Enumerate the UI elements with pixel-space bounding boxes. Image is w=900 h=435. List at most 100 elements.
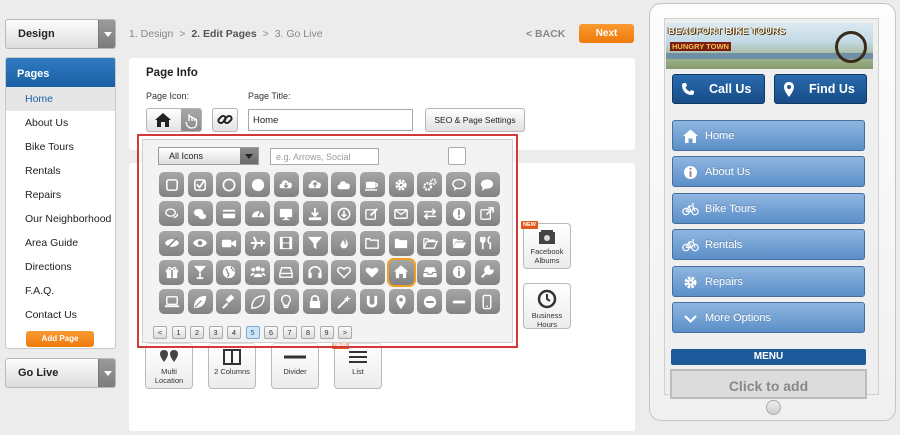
coffee-icon[interactable] — [359, 172, 385, 197]
pager-page-4[interactable]: 4 — [227, 326, 241, 339]
icon-filter-checkbox[interactable] — [448, 147, 466, 165]
page-item-contact-us[interactable]: Contact Us — [6, 303, 115, 327]
laptop-icon[interactable] — [159, 289, 184, 315]
leaf-icon[interactable] — [187, 289, 213, 315]
fire-icon[interactable] — [331, 230, 357, 256]
page-title-input[interactable] — [248, 109, 413, 131]
info-icon[interactable] — [446, 259, 471, 285]
hand-pointer-icon[interactable] — [181, 109, 201, 131]
eye-icon[interactable] — [187, 230, 213, 256]
film-icon[interactable] — [273, 230, 299, 256]
circle-icon[interactable] — [245, 172, 271, 197]
group-icon[interactable] — [245, 259, 271, 285]
step-go-live[interactable]: 3. Go Live — [275, 28, 323, 40]
call-us-button[interactable]: Call Us — [672, 74, 765, 104]
page-item-faq[interactable]: F.A.Q. — [6, 279, 115, 303]
square-icon[interactable] — [159, 172, 184, 197]
video-camera-icon[interactable] — [216, 230, 242, 256]
restaurant-icon[interactable] — [474, 230, 500, 256]
page-icon-selector[interactable] — [146, 108, 202, 132]
map-marker-icon[interactable] — [388, 289, 414, 315]
pager-page-3[interactable]: 3 — [208, 326, 223, 339]
external-link-icon[interactable] — [474, 201, 500, 227]
filter-icon[interactable] — [302, 230, 328, 256]
chat-outline-icon[interactable] — [159, 201, 184, 227]
page-item-rentals[interactable]: Rentals — [6, 159, 115, 183]
gavel-icon[interactable] — [216, 289, 242, 315]
page-item-directions[interactable]: Directions — [6, 255, 115, 279]
minus-circle-icon[interactable] — [417, 289, 443, 315]
go-live-dropdown[interactable]: Go Live — [5, 358, 116, 388]
download-icon[interactable] — [302, 201, 328, 227]
folder-icon[interactable] — [388, 230, 414, 256]
minus-icon[interactable] — [446, 289, 471, 315]
page-item-bike-tours[interactable]: Bike Tours — [6, 135, 115, 159]
chat-icon[interactable] — [187, 201, 213, 227]
envelope-icon[interactable] — [388, 201, 414, 227]
page-item-area-guide[interactable]: Area Guide — [6, 231, 115, 255]
edit-icon[interactable] — [359, 201, 385, 227]
folder-outline-icon[interactable] — [359, 230, 385, 256]
widget-list[interactable]: NEW List — [332, 341, 382, 389]
speech-bubble-icon[interactable] — [474, 172, 500, 197]
pager-page-5[interactable]: 5 — [245, 326, 260, 339]
lightbulb-icon[interactable] — [273, 289, 299, 315]
widget-divider[interactable]: Divider — [271, 343, 319, 389]
cloud-icon[interactable] — [331, 172, 357, 197]
pager-page-7[interactable]: 7 — [282, 326, 297, 339]
globe-icon[interactable] — [216, 259, 242, 285]
gear-icon[interactable] — [388, 172, 414, 197]
circle-outline-icon[interactable] — [216, 172, 242, 197]
next-button[interactable]: Next — [579, 24, 634, 43]
exchange-icon[interactable] — [417, 201, 443, 227]
link-button[interactable] — [212, 108, 238, 132]
heart-icon[interactable] — [359, 259, 385, 285]
cocktail-icon[interactable] — [187, 259, 213, 285]
magnet-icon[interactable] — [359, 289, 385, 315]
heart-outline-icon[interactable] — [331, 259, 357, 285]
pager-page-1[interactable]: 1 — [171, 326, 186, 339]
pager-page-2[interactable]: 2 — [190, 326, 204, 339]
click-to-add-placeholder[interactable]: Click to add — [670, 369, 867, 399]
back-button[interactable]: < BACK — [526, 28, 565, 40]
icon-category-select[interactable]: All Icons — [158, 147, 259, 165]
folder-open-icon[interactable] — [446, 230, 471, 256]
phone-nav-more-options[interactable]: More Options — [672, 302, 865, 333]
icon-search-input[interactable] — [270, 148, 379, 165]
page-item-about-us[interactable]: About Us — [6, 111, 115, 135]
widget-2-columns[interactable]: 2 Columns — [208, 343, 256, 389]
design-dropdown[interactable]: Design — [5, 19, 116, 49]
gift-icon[interactable] — [159, 259, 184, 285]
pager-page-9[interactable]: 9 — [319, 326, 334, 339]
phone-nav-rentals[interactable]: Rentals — [672, 229, 865, 261]
gears-icon[interactable] — [417, 172, 443, 197]
phone-nav-bike-tours[interactable]: Bike Tours — [672, 192, 865, 224]
headphones-icon[interactable] — [302, 259, 328, 285]
cloud-download-icon[interactable] — [273, 172, 299, 197]
folder-open-outline-icon[interactable] — [417, 230, 443, 256]
phone-nav-home[interactable]: Home — [672, 120, 865, 151]
seo-settings-button[interactable]: SEO & Page Settings — [425, 108, 525, 132]
find-us-button[interactable]: Find Us — [774, 74, 867, 104]
credit-card-icon[interactable] — [216, 201, 242, 227]
pager-prev-button[interactable]: < — [153, 326, 167, 339]
eye-slash-icon[interactable] — [159, 230, 184, 256]
home-icon[interactable] — [388, 259, 414, 285]
magic-wand-icon[interactable] — [331, 289, 357, 315]
phone-nav-repairs[interactable]: Repairs — [672, 265, 865, 297]
page-item-repairs[interactable]: Repairs — [6, 183, 115, 207]
page-item-home[interactable]: Home — [6, 87, 115, 111]
cloud-upload-icon[interactable] — [302, 172, 328, 197]
checkbox-icon[interactable] — [187, 172, 213, 197]
step-design[interactable]: 1. Design — [129, 28, 173, 40]
phone-nav-about-us[interactable]: About Us — [672, 156, 865, 188]
airplane-icon[interactable] — [245, 230, 271, 256]
desktop-icon[interactable] — [273, 201, 299, 227]
pager-next-button[interactable]: > — [338, 326, 352, 339]
exclamation-icon[interactable] — [446, 201, 471, 227]
hard-drive-icon[interactable] — [273, 259, 299, 285]
wrench-icon[interactable] — [474, 259, 500, 285]
leaf-outline-icon[interactable] — [245, 289, 271, 315]
mobile-icon[interactable] — [474, 289, 500, 315]
widget-business-hours[interactable]: Business Hours — [523, 283, 571, 329]
